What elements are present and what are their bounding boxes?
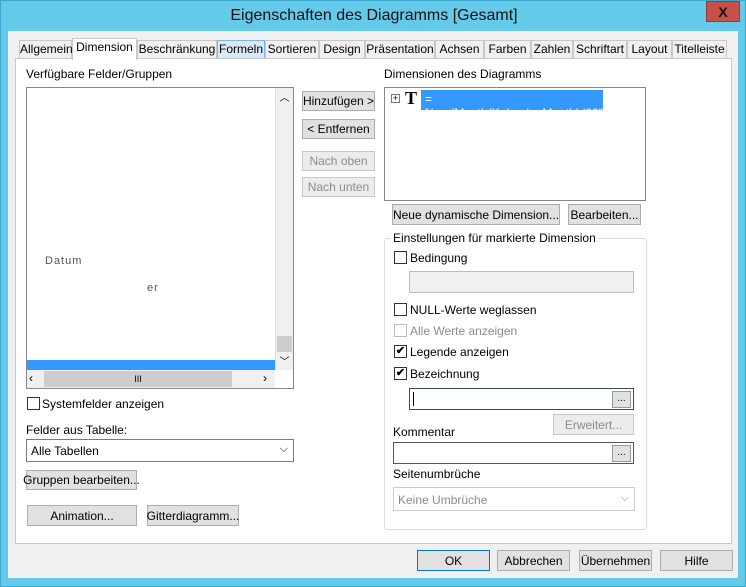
null-values-checkbox[interactable] <box>394 303 407 316</box>
remove-button[interactable]: < Entfernen <box>302 119 375 139</box>
move-down-button[interactable]: Nach unten <box>302 177 375 197</box>
show-legend-checkbox[interactable]: ✔ <box>394 345 407 358</box>
scrollbar-thumb[interactable] <box>277 336 292 352</box>
scrollbar-thumb[interactable]: III <box>44 371 232 387</box>
scroll-right-icon[interactable]: › <box>263 371 273 385</box>
apply-button[interactable]: Übernehmen <box>579 550 652 571</box>
condition-label: Bedingung <box>410 251 468 265</box>
condition-field[interactable] <box>409 271 634 293</box>
fields-from-table-label: Felder aus Tabelle: <box>26 423 128 437</box>
add-button[interactable]: Hinzufügen > <box>302 91 375 111</box>
system-fields-label: Systemfelder anzeigen <box>42 397 165 411</box>
comment-label: Kommentar <box>393 425 456 439</box>
window-title: Eigenschaften des Diagramms [Gesamt] <box>230 7 518 24</box>
dimension-item[interactable]: = Num(Month(Kalender.Month),'00') <box>421 90 605 120</box>
text-type-icon: T <box>405 88 418 108</box>
table-select-value: Alle Tabellen <box>31 444 99 458</box>
edit-dimension-button[interactable]: Bearbeiten... <box>568 204 641 225</box>
animation-button[interactable]: Animation... <box>27 505 137 526</box>
tab-farben[interactable]: Farben <box>484 40 531 59</box>
close-button[interactable]: X <box>706 1 740 22</box>
move-up-button[interactable]: Nach oben <box>302 151 375 171</box>
comment-input[interactable]: ... <box>393 442 634 464</box>
tab-zahlen[interactable]: Zahlen <box>531 40 573 59</box>
tab-allgemein[interactable]: Allgemein <box>19 40 73 59</box>
list-item[interactable]: Datum <box>45 255 82 267</box>
all-values-label: Alle Werte anzeigen <box>410 324 518 338</box>
page-breaks-label: Seitenumbrüche <box>393 467 481 481</box>
available-fields-label: Verfügbare Felder/Gruppen <box>26 67 173 81</box>
label-checkbox[interactable]: ✔ <box>394 367 407 380</box>
edit-groups-button[interactable]: Gruppen bearbeiten... <box>23 470 140 490</box>
ok-button[interactable]: OK <box>417 550 490 571</box>
all-values-checkbox[interactable] <box>394 324 407 337</box>
chevron-down-icon: ⌵ <box>620 492 629 504</box>
group-title: Einstellungen für markierte Dimension <box>391 231 598 245</box>
null-values-label: NULL-Werte weglassen <box>410 303 537 317</box>
tab-titelleiste[interactable]: Titelleiste <box>672 40 727 59</box>
horizontal-scrollbar[interactable]: ‹ III › <box>27 370 275 388</box>
chevron-down-icon: ⌵ <box>279 443 288 455</box>
help-button[interactable]: Hilfe <box>660 550 733 571</box>
tab-schriftart[interactable]: Schriftart <box>573 40 627 59</box>
system-fields-checkbox[interactable] <box>27 397 40 410</box>
list-item[interactable]: er <box>147 282 159 294</box>
vertical-scrollbar[interactable]: ︿ ﹀ <box>275 88 293 370</box>
scroll-up-icon[interactable]: ︿ <box>277 89 292 105</box>
page-breaks-select[interactable]: Keine Umbrüche ⌵ <box>393 487 635 511</box>
cancel-button[interactable]: Abbrechen <box>497 550 570 571</box>
advanced-button[interactable]: Erweitert... <box>553 414 634 435</box>
tab-sortieren[interactable]: Sortieren <box>265 40 319 59</box>
tab-dimension[interactable]: Dimension <box>72 38 137 60</box>
tab-beschraenkung[interactable]: Beschränkung <box>137 40 217 59</box>
new-dynamic-dimension-button[interactable]: Neue dynamische Dimension... <box>392 204 560 225</box>
show-legend-label: Legende anzeigen <box>410 345 509 359</box>
label-expression-button[interactable]: ... <box>612 391 631 408</box>
tab-layout[interactable]: Layout <box>627 40 672 59</box>
available-fields-list[interactable]: Datum er ︿ ﹀ ‹ III › <box>26 87 294 389</box>
condition-checkbox[interactable] <box>394 251 407 264</box>
chart-dimensions-label: Dimensionen des Diagramms <box>384 67 542 81</box>
tab-design[interactable]: Design <box>319 40 365 59</box>
comment-expression-button[interactable]: ... <box>612 445 631 462</box>
expand-icon[interactable]: + <box>391 94 400 103</box>
scroll-down-icon[interactable]: ﹀ <box>277 353 292 369</box>
chart-dimensions-list[interactable]: + T = Num(Month(Kalender.Month),'00') <box>384 87 646 201</box>
table-select[interactable]: Alle Tabellen ⌵ <box>26 439 294 462</box>
trellis-button[interactable]: Gitterdiagramm... <box>147 505 239 526</box>
text-cursor <box>413 392 414 406</box>
scroll-left-icon[interactable]: ‹ <box>29 371 43 385</box>
tab-praesentation[interactable]: Präsentation <box>365 40 435 59</box>
label-label: Bezeichnung <box>410 367 480 381</box>
tab-formeln[interactable]: Formeln <box>217 40 265 59</box>
page-breaks-value: Keine Umbrüche <box>398 493 488 507</box>
tab-achsen[interactable]: Achsen <box>435 40 484 59</box>
label-input[interactable]: ... <box>409 388 634 410</box>
selected-list-item[interactable] <box>27 360 275 370</box>
